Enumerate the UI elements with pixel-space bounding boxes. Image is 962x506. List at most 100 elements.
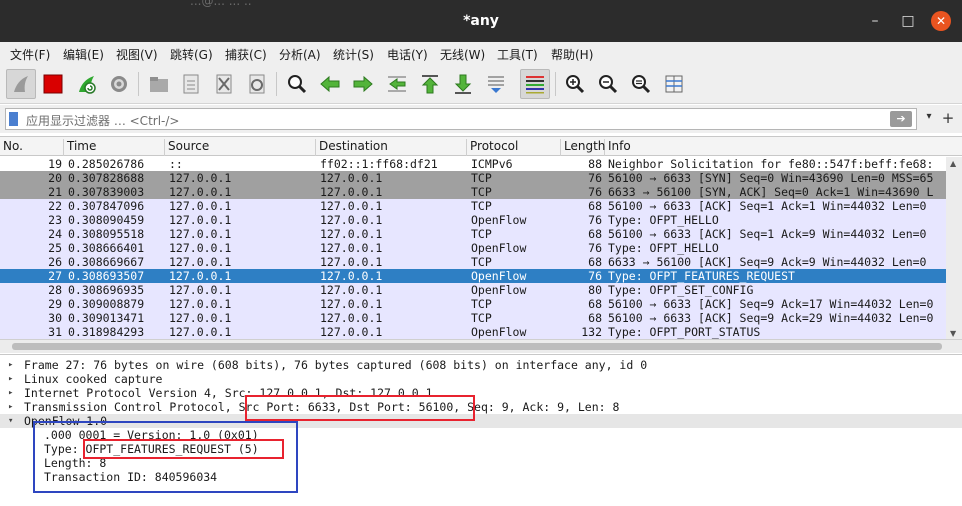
menu-wireless[interactable]: 无线(W) xyxy=(440,46,485,63)
start-capture-fin-icon[interactable] xyxy=(6,69,36,99)
menu-analyze[interactable]: 分析(A) xyxy=(279,46,321,63)
cell-proto: OpenFlow xyxy=(471,269,527,283)
normal-size-icon[interactable] xyxy=(626,69,656,99)
expand-arrow-icon[interactable]: ▸ xyxy=(8,358,13,372)
expand-arrow-icon[interactable]: ▸ xyxy=(8,386,13,400)
autoscroll-icon[interactable] xyxy=(481,69,511,99)
menu-capture[interactable]: 捕获(C) xyxy=(225,46,267,63)
horizontal-scroll-thumb[interactable] xyxy=(12,343,942,350)
table-row[interactable]: 26 0.308669667 127.0.0.1 127.0.0.1 TCP 68 6633… xyxy=(0,255,946,269)
detail-row-frame[interactable]: ▸ Frame 27: 76 bytes on wire (608 bits),… xyxy=(0,358,962,372)
menu-edit[interactable]: 编辑(E) xyxy=(63,46,104,63)
cell-dst: 127.0.0.1 xyxy=(320,297,383,311)
cell-no: 21 xyxy=(48,185,62,199)
reload-file-icon[interactable] xyxy=(242,69,272,99)
maximize-button[interactable]: □ xyxy=(898,11,918,31)
table-row[interactable]: 20 0.307828688 127.0.0.1 127.0.0.1 TCP 76 5610… xyxy=(0,171,946,185)
column-header-no[interactable]: No. xyxy=(0,139,64,156)
cell-time: 0.307839003 xyxy=(68,185,145,199)
table-row[interactable]: 19 0.285026786:: ff02::1:ff68:df21 ICMPv6 88… xyxy=(0,157,946,171)
cell-info: 56100 → 6633 [SYN] Seq=0 Win=43690 Len=0… xyxy=(608,171,934,185)
expand-arrow-icon[interactable]: ▸ xyxy=(8,372,13,386)
last-packet-icon[interactable] xyxy=(448,69,478,99)
table-row[interactable]: 30 0.309013471 127.0.0.1 127.0.0.1 TCP 68 5610… xyxy=(0,311,946,325)
colorize-packets-icon[interactable] xyxy=(520,69,550,99)
zoom-in-icon[interactable] xyxy=(560,69,590,99)
collapse-arrow-icon[interactable]: ▾ xyxy=(8,414,13,428)
table-row[interactable]: 28 0.308696935 127.0.0.1 127.0.0.1 OpenFlow 8… xyxy=(0,283,946,297)
packet-list-horizontal-scrollbar[interactable] xyxy=(0,339,962,353)
menu-tools[interactable]: 工具(T) xyxy=(497,46,538,63)
zoom-out-icon[interactable] xyxy=(593,69,623,99)
expand-arrow-icon[interactable]: ▸ xyxy=(8,400,13,414)
first-packet-icon[interactable] xyxy=(415,69,445,99)
menu-file[interactable]: 文件(F) xyxy=(10,46,50,63)
save-file-icon[interactable] xyxy=(176,69,206,99)
scroll-down-icon[interactable]: ▼ xyxy=(950,329,956,338)
table-row[interactable]: 31 0.318984293 127.0.0.1 127.0.0.1 OpenFlow 1… xyxy=(0,325,946,339)
table-row[interactable]: 23 0.308090459 127.0.0.1 127.0.0.1 OpenFlow 7… xyxy=(0,213,946,227)
cell-src: 127.0.0.1 xyxy=(169,241,232,255)
column-header-length[interactable]: Length xyxy=(561,139,605,156)
packet-list-vertical-scrollbar[interactable]: ▲ ▼ xyxy=(946,157,962,339)
cell-time: 0.285026786 xyxy=(68,157,145,171)
close-button[interactable]: ✕ xyxy=(931,11,951,31)
cell-time: 0.309013471 xyxy=(68,311,145,325)
table-row[interactable]: 25 0.308666401 127.0.0.1 127.0.0.1 OpenFlow 7… xyxy=(0,241,946,255)
filter-bookmark-icon[interactable] xyxy=(9,112,18,126)
cell-info: 56100 → 6633 [ACK] Seq=9 Ack=29 Win=4403… xyxy=(608,311,934,325)
cell-dst: 127.0.0.1 xyxy=(320,171,383,185)
go-forward-arrow-icon[interactable] xyxy=(348,69,378,99)
capture-options-gear-icon[interactable] xyxy=(104,69,134,99)
menu-statistics[interactable]: 统计(S) xyxy=(333,46,374,63)
detail-row-ipv4[interactable]: ▸ Internet Protocol Version 4, Src: 127.… xyxy=(0,386,962,400)
table-row[interactable]: 24 0.308095518 127.0.0.1 127.0.0.1 TCP 68 5610… xyxy=(0,227,946,241)
cell-info: Type: OFPT_HELLO xyxy=(608,213,719,227)
restart-capture-icon[interactable] xyxy=(72,69,102,99)
display-filter-input[interactable]: 应用显示过滤器 … <Ctrl-/> ➔ xyxy=(5,108,917,130)
cell-dst: 127.0.0.1 xyxy=(320,283,383,297)
cell-info: 56100 → 6633 [ACK] Seq=1 Ack=1 Win=44032… xyxy=(608,199,927,213)
cell-len: 76 xyxy=(588,269,602,283)
find-packet-search-icon[interactable] xyxy=(282,69,312,99)
cell-proto: TCP xyxy=(471,297,492,311)
cell-info: Neighbor Solicitation for fe80::547f:bef… xyxy=(608,157,934,171)
menu-telephony[interactable]: 电话(Y) xyxy=(387,46,428,63)
minimize-button[interactable]: – xyxy=(865,11,885,31)
menu-go[interactable]: 跳转(G) xyxy=(170,46,213,63)
apply-filter-arrow-icon[interactable]: ➔ xyxy=(890,111,912,127)
open-folder-icon[interactable] xyxy=(144,69,174,99)
cell-len: 76 xyxy=(588,241,602,255)
cell-time: 0.307828688 xyxy=(68,171,145,185)
scroll-up-icon[interactable]: ▲ xyxy=(950,159,956,168)
resize-columns-icon[interactable] xyxy=(659,69,689,99)
stop-capture-icon[interactable] xyxy=(38,69,68,99)
table-row-selected[interactable]: 27 0.308693507 127.0.0.1 127.0.0.1 OpenFlow 7… xyxy=(0,269,946,283)
table-row[interactable]: 21 0.307839003 127.0.0.1 127.0.0.1 TCP 76 6633… xyxy=(0,185,946,199)
cell-dst: ff02::1:ff68:df21 xyxy=(320,157,438,171)
column-header-time[interactable]: Time xyxy=(64,139,165,156)
cell-dst: 127.0.0.1 xyxy=(320,213,383,227)
detail-row-linux-cooked[interactable]: ▸ Linux cooked capture xyxy=(0,372,962,386)
column-header-source[interactable]: Source xyxy=(165,139,316,156)
cell-len: 88 xyxy=(588,157,602,171)
filter-history-chevron-down-icon[interactable]: ▾ xyxy=(922,111,936,127)
add-filter-button-plus-icon[interactable]: + xyxy=(941,109,955,127)
menu-help[interactable]: 帮助(H) xyxy=(551,46,593,63)
cell-no: 25 xyxy=(48,241,62,255)
cell-proto: TCP xyxy=(471,311,492,325)
menu-view[interactable]: 视图(V) xyxy=(116,46,158,63)
column-header-destination[interactable]: Destination xyxy=(316,139,467,156)
cell-len: 76 xyxy=(588,213,602,227)
go-back-arrow-icon[interactable] xyxy=(315,69,345,99)
cell-src: 127.0.0.1 xyxy=(169,255,232,269)
table-row[interactable]: 22 0.307847096 127.0.0.1 127.0.0.1 TCP 68 5610… xyxy=(0,199,946,213)
column-header-protocol[interactable]: Protocol xyxy=(467,139,561,156)
cell-src: 127.0.0.1 xyxy=(169,311,232,325)
cell-len: 68 xyxy=(588,255,602,269)
table-row[interactable]: 29 0.309008879 127.0.0.1 127.0.0.1 TCP 68 5610… xyxy=(0,297,946,311)
go-to-packet-icon[interactable] xyxy=(382,69,412,99)
close-file-icon[interactable] xyxy=(209,69,239,99)
column-header-info[interactable]: Info xyxy=(605,139,962,156)
detail-row-tcp[interactable]: ▸ Transmission Control Protocol, Src Por… xyxy=(0,400,962,414)
